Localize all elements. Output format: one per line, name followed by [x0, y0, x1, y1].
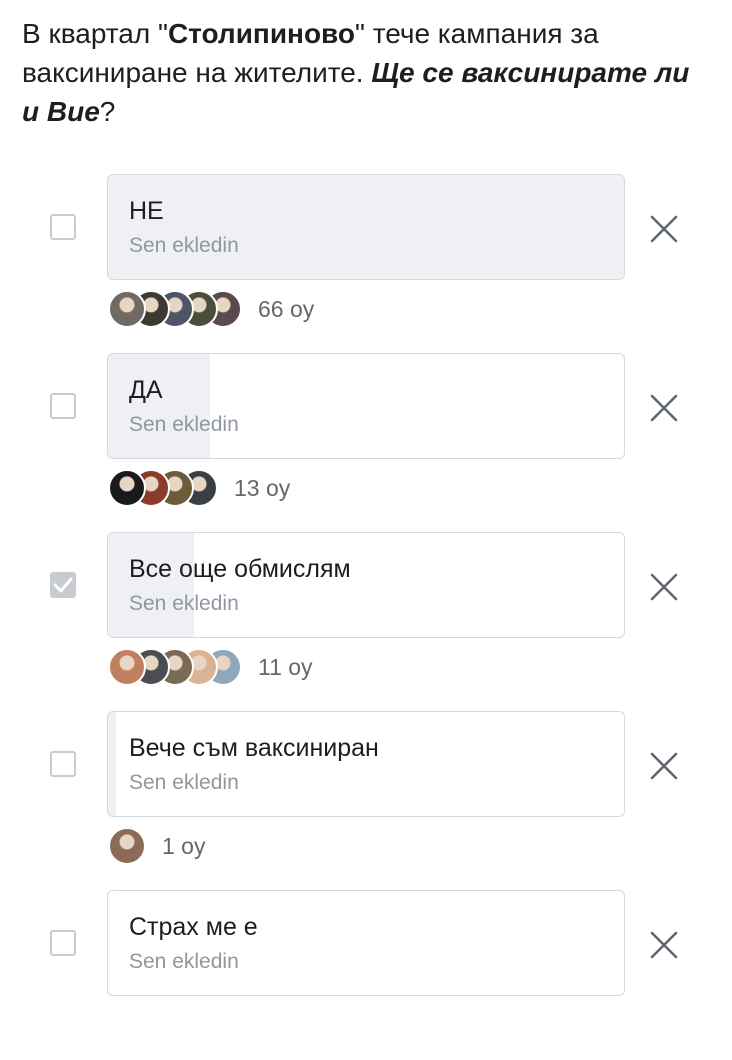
option-card[interactable]: Все още обмислям Sen ekledin	[107, 532, 625, 638]
remove-option-button[interactable]	[649, 214, 679, 244]
option-card[interactable]: Страх ме е Sen ekledin	[107, 890, 625, 996]
option-label: Страх ме е	[129, 913, 258, 941]
option-label: Вече съм ваксиниран	[129, 734, 379, 762]
option-added-by: Sen ekledin	[129, 592, 239, 615]
poll-option-ne: НЕ Sen ekledin 66 oy	[0, 174, 732, 344]
question-text-3: ?	[99, 96, 116, 127]
voter-avatar	[108, 469, 146, 507]
option-checkbox[interactable]	[50, 214, 76, 240]
option-checkbox[interactable]	[50, 751, 76, 777]
remove-option-button[interactable]	[649, 572, 679, 602]
vote-share-bar	[108, 354, 210, 458]
vote-share-bar	[108, 533, 195, 637]
question-text-1: В квартал "	[22, 18, 168, 49]
option-label: Все още обмислям	[129, 555, 351, 583]
option-checkbox[interactable]	[50, 930, 76, 956]
voter-avatar	[108, 827, 146, 865]
option-card[interactable]: Вече съм ваксиниран Sen ekledin	[107, 711, 625, 817]
vote-share-bar	[108, 712, 116, 816]
poll-option-obmislyam: Все още обмислям Sen ekledin 11 oy	[0, 532, 732, 702]
option-checkbox[interactable]	[50, 572, 76, 598]
vote-count: 13 oy	[234, 475, 291, 501]
close-icon	[650, 931, 678, 959]
poll-option-strah: Страх ме е Sen ekledin	[0, 890, 732, 1060]
voter-avatar	[108, 290, 146, 328]
remove-option-button[interactable]	[649, 930, 679, 960]
remove-option-button[interactable]	[649, 751, 679, 781]
option-label: ДА	[129, 376, 163, 404]
option-added-by: Sen ekledin	[129, 950, 239, 973]
option-card[interactable]: ДА Sen ekledin	[107, 353, 625, 459]
poll-question: В квартал "Столипиново" тече кампания за…	[22, 14, 712, 131]
poll-option-vaksiniran: Вече съм ваксиниран Sen ekledin 1 oy	[0, 711, 732, 881]
option-checkbox[interactable]	[50, 393, 76, 419]
vote-count: 11 oy	[258, 654, 313, 680]
option-added-by: Sen ekledin	[129, 234, 239, 257]
close-icon	[650, 752, 678, 780]
close-icon	[650, 573, 678, 601]
option-label: НЕ	[129, 197, 164, 225]
voter-avatar	[108, 648, 146, 686]
option-card[interactable]: НЕ Sen ekledin	[107, 174, 625, 280]
vote-share-bar	[108, 175, 624, 279]
close-icon	[650, 215, 678, 243]
vote-count: 1 oy	[162, 833, 206, 859]
remove-option-button[interactable]	[649, 393, 679, 423]
checkmark-icon	[53, 577, 73, 593]
option-added-by: Sen ekledin	[129, 413, 239, 436]
option-added-by: Sen ekledin	[129, 771, 239, 794]
vote-count: 66 oy	[258, 296, 315, 322]
poll-option-da: ДА Sen ekledin 13 oy	[0, 353, 732, 523]
question-text-bold: Столипиново	[167, 18, 355, 49]
close-icon	[650, 394, 678, 422]
